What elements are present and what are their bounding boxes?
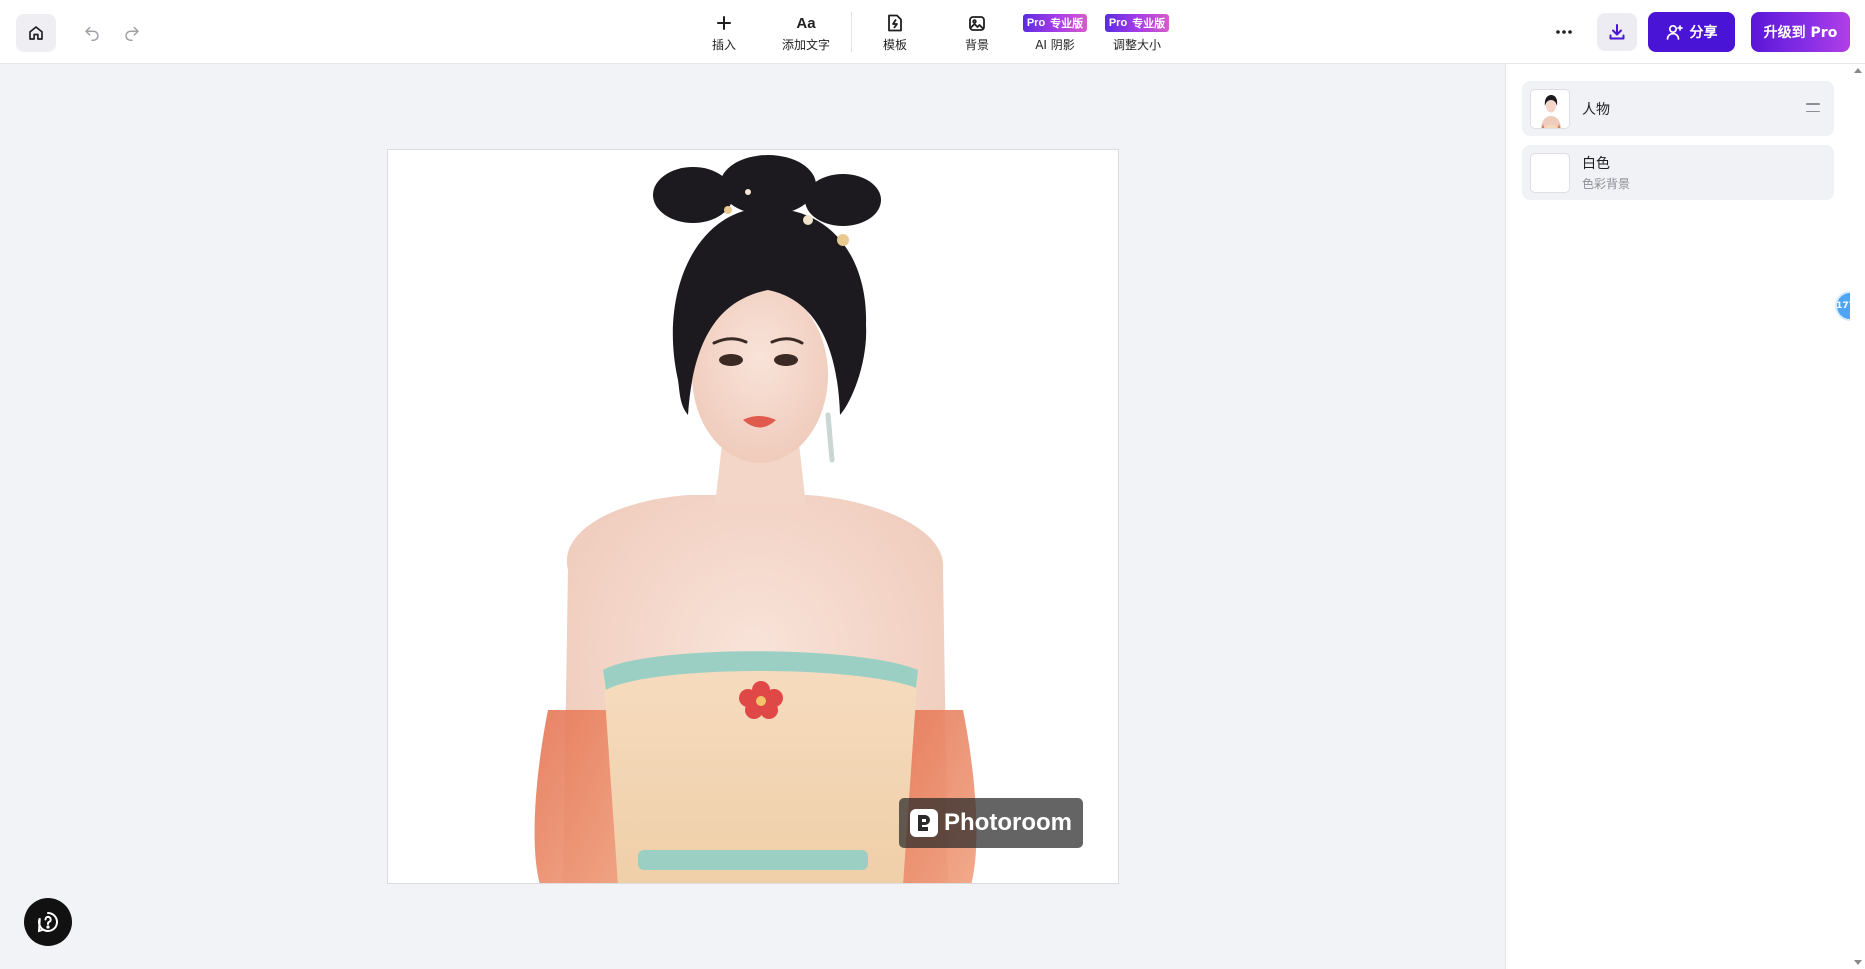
drag-handle-icon[interactable] bbox=[1806, 103, 1820, 112]
home-icon bbox=[29, 26, 43, 40]
background-icon bbox=[969, 16, 985, 31]
pro-badge: Pro 专业版 bbox=[1022, 14, 1088, 32]
share-button[interactable]: 分享 bbox=[1648, 12, 1735, 52]
artboard[interactable]: Photoroom bbox=[387, 149, 1119, 884]
portrait-image[interactable] bbox=[388, 150, 1119, 884]
download-icon bbox=[1609, 24, 1625, 40]
scroll-up-icon[interactable] bbox=[1854, 68, 1862, 73]
redo-icon bbox=[125, 26, 139, 41]
undo-icon bbox=[85, 26, 99, 41]
pro-badge-text: Pro bbox=[1026, 17, 1046, 29]
background-label: 背景 bbox=[964, 38, 989, 52]
user-add-icon bbox=[1666, 24, 1683, 40]
photoroom-logo-icon bbox=[910, 809, 938, 837]
layer-thumbnail bbox=[1530, 88, 1570, 129]
more-icon bbox=[1556, 30, 1572, 34]
share-label: 分享 bbox=[1689, 25, 1718, 41]
pro-badge: Pro 专业版 bbox=[1104, 14, 1170, 32]
add-text-label: 添加文字 bbox=[781, 38, 830, 52]
template-icon bbox=[888, 14, 902, 32]
toolbar-divider bbox=[851, 12, 852, 52]
text-icon: Aa bbox=[796, 14, 816, 32]
layer-item-background[interactable]: 白色 色彩背景 bbox=[1522, 145, 1834, 200]
layer-name: 白色 bbox=[1582, 156, 1610, 172]
template-tool[interactable]: 模板 bbox=[859, 12, 931, 54]
layer-thumbnail bbox=[1530, 152, 1570, 193]
resize-label: 调整大小 bbox=[1112, 38, 1161, 52]
help-button[interactable] bbox=[24, 898, 72, 946]
scroll-down-icon[interactable] bbox=[1854, 960, 1862, 965]
ai-shadow-tool[interactable]: Pro 专业版 AI 阴影 bbox=[1019, 12, 1091, 54]
upgrade-button[interactable]: 升级到 Pro bbox=[1751, 12, 1850, 52]
add-text-tool[interactable]: Aa 添加文字 bbox=[770, 12, 842, 54]
watermark-text: Photoroom bbox=[944, 809, 1072, 836]
top-toolbar: 插入 Aa 添加文字 模板 背景 Pro 专业版 AI 阴影 Pro 专业版 调… bbox=[0, 0, 1865, 64]
ai-shadow-label: AI 阴影 bbox=[1035, 38, 1075, 52]
pro-badge-text: Pro bbox=[1108, 17, 1128, 29]
pro-badge-label: 专业版 bbox=[1050, 17, 1084, 30]
photoroom-watermark: Photoroom bbox=[899, 798, 1083, 848]
upgrade-label: 升级到 Pro bbox=[1763, 25, 1838, 41]
download-button[interactable] bbox=[1597, 13, 1637, 51]
plus-icon bbox=[717, 16, 731, 30]
background-tool[interactable]: 背景 bbox=[941, 12, 1013, 54]
layer-subtitle: 色彩背景 bbox=[1582, 177, 1631, 191]
layers-panel: 人物 白色 色彩背景 bbox=[1505, 64, 1850, 969]
right-scrollbar[interactable] bbox=[1850, 64, 1865, 969]
pro-badge-label: 专业版 bbox=[1132, 17, 1166, 30]
more-options-button[interactable] bbox=[1546, 17, 1582, 47]
canvas-area: Photoroom bbox=[0, 64, 1505, 969]
template-label: 模板 bbox=[882, 38, 907, 52]
home-button[interactable] bbox=[16, 14, 56, 52]
redo-button[interactable] bbox=[118, 18, 146, 46]
help-icon bbox=[37, 912, 58, 933]
undo-button[interactable] bbox=[78, 18, 106, 46]
resize-tool[interactable]: Pro 专业版 调整大小 bbox=[1101, 12, 1173, 54]
insert-tool[interactable]: 插入 bbox=[688, 12, 760, 54]
layer-item-person[interactable]: 人物 bbox=[1522, 81, 1834, 136]
layer-name: 人物 bbox=[1582, 101, 1610, 118]
insert-label: 插入 bbox=[711, 38, 736, 52]
